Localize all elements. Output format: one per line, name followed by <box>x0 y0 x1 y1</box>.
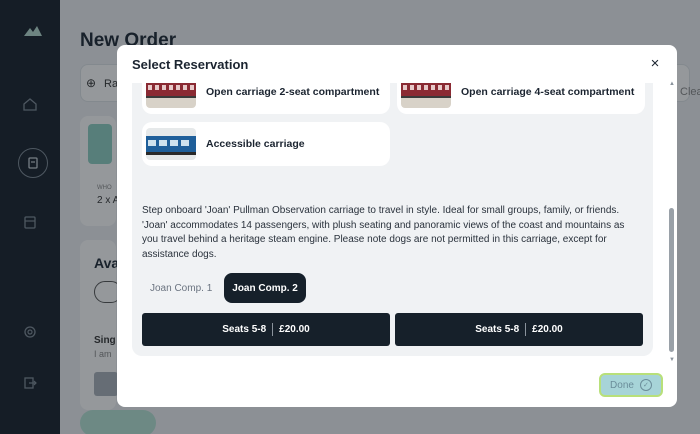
option-4-seat-compartment[interactable]: Open carriage 4-seat compartment <box>397 83 645 114</box>
compartment-tabs: Joan Comp. 1 Joan Comp. 2 <box>142 273 306 303</box>
option-label: Open carriage 4-seat compartment <box>461 86 635 98</box>
scrollbar[interactable]: ▲ ▼ <box>667 81 675 365</box>
check-circle-icon: ✓ <box>639 379 652 391</box>
scroll-up-icon[interactable]: ▲ <box>669 81 675 87</box>
modal-title: Select Reservation <box>132 57 249 72</box>
train-thumbnail-red-icon <box>146 83 196 108</box>
train-thumbnail-blue-icon <box>146 128 196 160</box>
option-label: Accessible carriage <box>206 138 305 150</box>
done-label: Done <box>610 379 634 391</box>
seat-price: £20.00 <box>279 324 310 335</box>
seat-option-button[interactable]: Seats 5-8 £20.00 <box>395 313 643 346</box>
done-button[interactable]: Done ✓ <box>599 373 663 397</box>
tab-joan-comp-1[interactable]: Joan Comp. 1 <box>142 273 220 303</box>
seat-option-button[interactable]: Seats 5-8 £20.00 <box>142 313 390 346</box>
divider <box>272 323 274 336</box>
option-accessible-carriage[interactable]: Accessible carriage <box>142 122 390 166</box>
train-thumbnail-red-icon <box>401 83 451 108</box>
scrollbar-thumb[interactable] <box>669 208 674 352</box>
option-label: Open carriage 2-seat compartment <box>206 86 380 98</box>
carriage-details: Step onboard 'Joan' Pullman Observation … <box>132 194 653 356</box>
seat-price: £20.00 <box>532 324 563 335</box>
tab-joan-comp-2[interactable]: Joan Comp. 2 <box>224 273 306 303</box>
seat-range: Seats 5-8 <box>475 324 520 335</box>
seat-range: Seats 5-8 <box>222 324 267 335</box>
scroll-down-icon[interactable]: ▼ <box>669 357 675 363</box>
close-icon[interactable]: × <box>645 53 665 73</box>
select-reservation-modal: Select Reservation × Open carriage 2-sea… <box>117 45 677 407</box>
divider <box>525 323 527 336</box>
option-2-seat-compartment[interactable]: Open carriage 2-seat compartment <box>142 83 390 114</box>
modal-scroll-area[interactable]: Open carriage 2-seat compartment Open ca… <box>117 83 677 365</box>
carriage-description: Step onboard 'Joan' Pullman Observation … <box>142 205 625 260</box>
